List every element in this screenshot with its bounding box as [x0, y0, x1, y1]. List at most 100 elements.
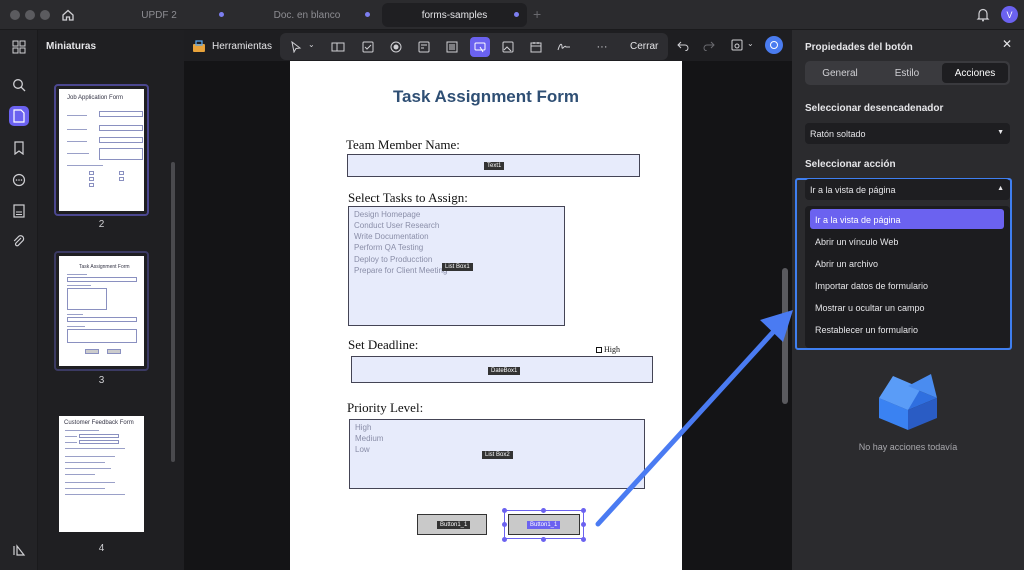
attachment-icon[interactable]	[9, 232, 29, 252]
canvas-scrollbar[interactable]	[782, 268, 788, 404]
list-item[interactable]: Prepare for Client Meeting	[354, 266, 447, 275]
action-option[interactable]: Mostrar u ocultar un campo	[810, 297, 1004, 317]
priority-list-box[interactable]: High Medium Low List Box2	[349, 419, 645, 489]
deadline-label: Set Deadline:	[348, 337, 419, 352]
empty-actions-text: No hay acciones todavía	[858, 442, 958, 452]
action-value: Ir a la vista de página	[810, 185, 896, 195]
action-label: Seleccionar acción	[805, 159, 896, 170]
chevron-down-icon[interactable]: ⌄	[308, 40, 315, 49]
tasks-list-box[interactable]: Design Homepage Conduct User Research Wr…	[348, 206, 565, 326]
team-member-text-field[interactable]: Text1	[347, 154, 640, 177]
resize-handle[interactable]	[502, 508, 507, 513]
tab-label: Doc. en blanco	[273, 9, 341, 21]
form-toolbar: Herramientas ⌄ ··· Cerrar ⌄	[184, 30, 792, 61]
button-field-icon[interactable]	[470, 37, 490, 57]
chevron-down-icon[interactable]: ⌄	[747, 39, 754, 48]
resize-handle[interactable]	[581, 508, 586, 513]
thumbnail-title: Customer Feedback Form	[64, 420, 134, 426]
close-window-button[interactable]	[10, 10, 20, 20]
action-select[interactable]: Ir a la vista de página ▲	[805, 179, 1010, 200]
field-tag: Text1	[484, 162, 505, 170]
thumbnail-page-4[interactable]: Customer Feedback Form	[54, 411, 149, 537]
grid-icon[interactable]	[9, 37, 29, 57]
field-tag: DateBox1	[488, 367, 521, 375]
select-pointer-icon[interactable]	[286, 37, 306, 57]
text-field-icon[interactable]	[328, 37, 348, 57]
tab-updf2[interactable]: UPDF 2	[86, 3, 232, 27]
signature-icon[interactable]	[554, 37, 574, 57]
list-item[interactable]: Write Documentation	[354, 232, 429, 241]
radio-button-icon[interactable]	[386, 37, 406, 57]
empty-box-icon	[871, 368, 945, 433]
thumbnail-title: Job Application Form	[67, 95, 124, 101]
high-checkbox[interactable]: High	[596, 345, 620, 354]
tab-blank-doc[interactable]: Doc. en blanco	[236, 3, 378, 27]
resize-handle[interactable]	[541, 537, 546, 542]
action-option[interactable]: Importar datos de formulario	[810, 275, 1004, 295]
field-tag: List Box2	[482, 451, 513, 459]
resize-handle[interactable]	[541, 508, 546, 513]
redo-icon[interactable]	[701, 37, 717, 53]
button-properties-panel: Propiedades del botón ✕ General Estilo A…	[792, 30, 1024, 570]
resize-handle[interactable]	[581, 522, 586, 527]
deadline-date-box[interactable]: DateBox1	[351, 356, 653, 383]
checkbox-icon	[596, 346, 602, 353]
combo-box-icon[interactable]	[414, 37, 434, 57]
avatar[interactable]: V	[1001, 6, 1018, 23]
resize-handle[interactable]	[502, 522, 507, 527]
tools-button[interactable]: Herramientas	[192, 35, 272, 57]
list-item[interactable]: Design Homepage	[354, 210, 420, 219]
tab-forms-samples[interactable]: forms-samples	[382, 3, 527, 27]
high-checkbox-label: High	[604, 345, 620, 354]
list-item[interactable]: High	[355, 423, 371, 432]
list-item[interactable]: Medium	[355, 434, 383, 443]
comments-icon[interactable]	[9, 170, 29, 190]
resize-handle[interactable]	[502, 537, 507, 542]
action-option[interactable]: Abrir un vínculo Web	[810, 231, 1004, 251]
form-tools-group: ⌄ ··· Cerrar	[280, 33, 668, 60]
search-icon[interactable]	[9, 75, 29, 95]
undo-icon[interactable]	[675, 37, 691, 53]
more-options-icon[interactable]: ···	[592, 37, 612, 57]
zoom-window-button[interactable]	[40, 10, 50, 20]
trigger-select[interactable]: Ratón soltado ▼	[805, 123, 1010, 144]
page-thumbnails-icon[interactable]	[9, 106, 29, 126]
action-option[interactable]: Abrir un archivo	[810, 253, 1004, 273]
bell-icon[interactable]	[976, 7, 990, 25]
tab-label: forms-samples	[421, 9, 488, 21]
save-icon[interactable]	[729, 37, 745, 53]
image-field-icon[interactable]	[498, 37, 518, 57]
close-form-edit-button[interactable]: Cerrar	[630, 41, 658, 52]
close-icon[interactable]: ✕	[1002, 37, 1012, 51]
resize-handle[interactable]	[581, 537, 586, 542]
button-field-1[interactable]: Button1_1	[417, 514, 487, 535]
layers-icon[interactable]	[9, 540, 29, 560]
thumbnails-scrollbar[interactable]	[171, 162, 175, 462]
tab-unsaved-dot	[365, 12, 370, 17]
tab-acciones[interactable]: Acciones	[942, 63, 1008, 83]
home-icon[interactable]	[58, 5, 78, 25]
tab-general[interactable]: General	[807, 63, 873, 83]
ai-assistant-icon[interactable]	[765, 36, 783, 54]
date-field-icon[interactable]	[526, 37, 546, 57]
list-item[interactable]: Deploy to Producction	[354, 255, 432, 264]
action-option[interactable]: Ir a la vista de página	[810, 209, 1004, 229]
checkbox-icon[interactable]	[358, 37, 378, 57]
tab-estilo[interactable]: Estilo	[874, 63, 940, 83]
thumbnail-page-2[interactable]: Job Application Form	[54, 84, 149, 216]
team-member-label: Team Member Name:	[346, 137, 460, 152]
panel-title: Propiedades del botón	[805, 42, 913, 53]
thumbnail-page-3[interactable]: Task Assignment Form	[54, 251, 149, 371]
list-box-icon[interactable]	[442, 37, 462, 57]
new-tab-icon[interactable]: +	[533, 6, 541, 22]
list-item[interactable]: Low	[355, 445, 370, 454]
trigger-value: Ratón soltado	[810, 129, 866, 139]
trigger-label: Seleccionar desencadenador	[805, 103, 944, 114]
list-item[interactable]: Conduct User Research	[354, 221, 439, 230]
bookmark-icon[interactable]	[9, 138, 29, 158]
form-fields-icon[interactable]	[9, 201, 29, 221]
minimize-window-button[interactable]	[25, 10, 35, 20]
thumbnail-page-number: 3	[98, 375, 105, 386]
action-option[interactable]: Restablecer un formulario	[810, 319, 1004, 339]
list-item[interactable]: Perform QA Testing	[354, 243, 423, 252]
